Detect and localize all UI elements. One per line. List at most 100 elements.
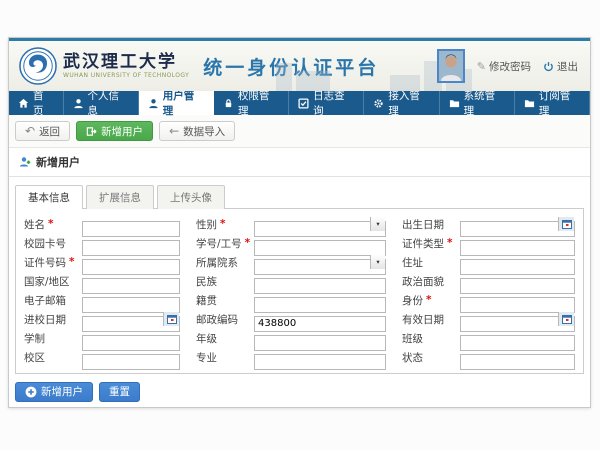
- field-label: 姓名: [24, 217, 45, 232]
- add-user-icon: [86, 126, 97, 137]
- field-label: 年级: [196, 331, 217, 346]
- nav-item-user-management[interactable]: 用户管理: [139, 91, 214, 115]
- nav-item-home[interactable]: 首页: [9, 91, 64, 115]
- nav-item-log-query[interactable]: 日志查询: [289, 91, 364, 115]
- calendar-icon[interactable]: [558, 217, 574, 231]
- field-label: 邮政编码: [196, 312, 238, 327]
- add-user-button-label: 新增用户: [101, 124, 143, 139]
- university-name-en: WUHAN UNIVERSITY OF TECHNOLOGY: [63, 72, 189, 79]
- tab-extended-info[interactable]: 扩展信息: [86, 185, 154, 209]
- required-asterisk: *: [48, 218, 54, 230]
- basic-info-form: 姓名* 性别* ▾ 出生日期 校园卡号 学号/工号* 证件类型* 证件号码* 所…: [15, 208, 584, 374]
- required-asterisk: *: [69, 256, 75, 268]
- field-label: 电子邮箱: [24, 293, 66, 308]
- nav-item-access-management[interactable]: 接入管理: [364, 91, 439, 115]
- submit-button-label: 新增用户: [41, 384, 83, 399]
- folder-icon: [524, 98, 535, 109]
- add-user-toolbar-button[interactable]: 新增用户: [76, 121, 153, 141]
- nav-item-label: 日志查询: [313, 88, 354, 118]
- data-import-label: 数据导入: [183, 124, 225, 139]
- required-asterisk: *: [220, 218, 226, 230]
- home-icon: [18, 98, 29, 109]
- field-label: 校区: [24, 350, 45, 365]
- power-icon: [543, 61, 554, 72]
- pencil-icon: ✎: [477, 61, 486, 72]
- nav-item-label: 个人信息: [88, 88, 129, 118]
- form-actions: 新增用户 重置: [9, 374, 590, 409]
- nav-item-label: 接入管理: [388, 88, 429, 118]
- field-label: 籍贯: [196, 293, 217, 308]
- add-user-section-icon: [19, 156, 31, 168]
- field-label: 身份: [402, 293, 423, 308]
- main-nav: 首页 个人信息 用户管理 权限管理 日志查询: [9, 91, 590, 115]
- nav-item-system-management[interactable]: 系统管理: [440, 91, 515, 115]
- tab-basic-info[interactable]: 基本信息: [15, 185, 83, 209]
- field-label: 校园卡号: [24, 236, 66, 251]
- university-name-cn: 武汉理工大学: [63, 53, 189, 72]
- user-avatar[interactable]: [437, 49, 465, 83]
- reset-button[interactable]: 重置: [99, 382, 140, 402]
- nav-item-label: 用户管理: [163, 88, 204, 118]
- field-label: 学制: [24, 331, 45, 346]
- reset-button-label: 重置: [109, 384, 130, 399]
- header: 武汉理工大学 WUHAN UNIVERSITY OF TECHNOLOGY 统一…: [9, 41, 590, 91]
- nav-item-permission-management[interactable]: 权限管理: [214, 91, 289, 115]
- user-icon: [148, 98, 159, 109]
- back-button[interactable]: ↶ 返回: [15, 121, 70, 141]
- change-password-link[interactable]: ✎ 修改密码: [477, 59, 531, 74]
- field-label: 出生日期: [402, 217, 444, 232]
- building-decoration: [390, 75, 420, 91]
- field-label: 证件号码: [24, 255, 66, 270]
- nav-item-label: 权限管理: [238, 88, 279, 118]
- field-label: 性别: [196, 217, 217, 232]
- section-title-text: 新增用户: [36, 154, 80, 170]
- left-arrow-icon: ←: [169, 125, 179, 137]
- field-label: 班级: [402, 331, 423, 346]
- nav-item-subscription-management[interactable]: 订阅管理: [515, 91, 590, 115]
- section-header: 新增用户: [9, 148, 590, 177]
- building-decoration: [296, 71, 330, 91]
- lock-icon: [223, 98, 234, 109]
- tab-bar: 基本信息 扩展信息 上传头像: [15, 184, 584, 208]
- major-input[interactable]: [254, 354, 386, 370]
- logout-label: 退出: [557, 59, 578, 74]
- logout-link[interactable]: 退出: [543, 59, 578, 74]
- field-label: 专业: [196, 350, 217, 365]
- nav-item-label: 订阅管理: [539, 88, 580, 118]
- field-label: 证件类型: [402, 236, 444, 251]
- nav-item-personal-info[interactable]: 个人信息: [64, 91, 139, 115]
- toolbar: ↶ 返回 新增用户 ← 数据导入: [9, 115, 590, 148]
- field-label: 学号/工号: [196, 236, 242, 251]
- field-label: 民族: [196, 274, 217, 289]
- field-label: 进校日期: [24, 312, 66, 327]
- field-label: 住址: [402, 255, 423, 270]
- required-asterisk: *: [245, 237, 251, 249]
- back-button-label: 返回: [39, 124, 60, 139]
- field-label: 有效日期: [402, 312, 444, 327]
- folder-icon: [449, 98, 460, 109]
- required-asterisk: *: [447, 237, 453, 249]
- change-password-label: 修改密码: [489, 59, 531, 74]
- status-input[interactable]: [460, 354, 575, 370]
- field-label: 所属院系: [196, 255, 238, 270]
- calendar-icon[interactable]: [163, 312, 179, 326]
- user-icon: [73, 98, 84, 109]
- field-label: 状态: [402, 350, 423, 365]
- nav-item-label: 首页: [33, 88, 54, 118]
- submit-add-user-button[interactable]: 新增用户: [15, 382, 93, 402]
- dropdown-arrow-icon[interactable]: ▾: [370, 255, 385, 269]
- building-decoration: [276, 63, 292, 91]
- data-import-button[interactable]: ← 数据导入: [159, 121, 235, 141]
- plus-circle-icon: [25, 386, 37, 398]
- calendar-icon[interactable]: [558, 312, 574, 326]
- university-logo-icon: [19, 47, 57, 85]
- campus-input[interactable]: [82, 354, 180, 370]
- tab-upload-avatar[interactable]: 上传头像: [157, 185, 225, 209]
- field-label: 政治面貌: [402, 274, 444, 289]
- page-container: 武汉理工大学 WUHAN UNIVERSITY OF TECHNOLOGY 统一…: [8, 37, 591, 408]
- field-label: 国家/地区: [24, 274, 70, 289]
- required-asterisk: *: [426, 294, 432, 306]
- nav-item-label: 系统管理: [464, 88, 505, 118]
- dropdown-arrow-icon[interactable]: ▾: [370, 217, 385, 231]
- gear-icon: [373, 98, 384, 109]
